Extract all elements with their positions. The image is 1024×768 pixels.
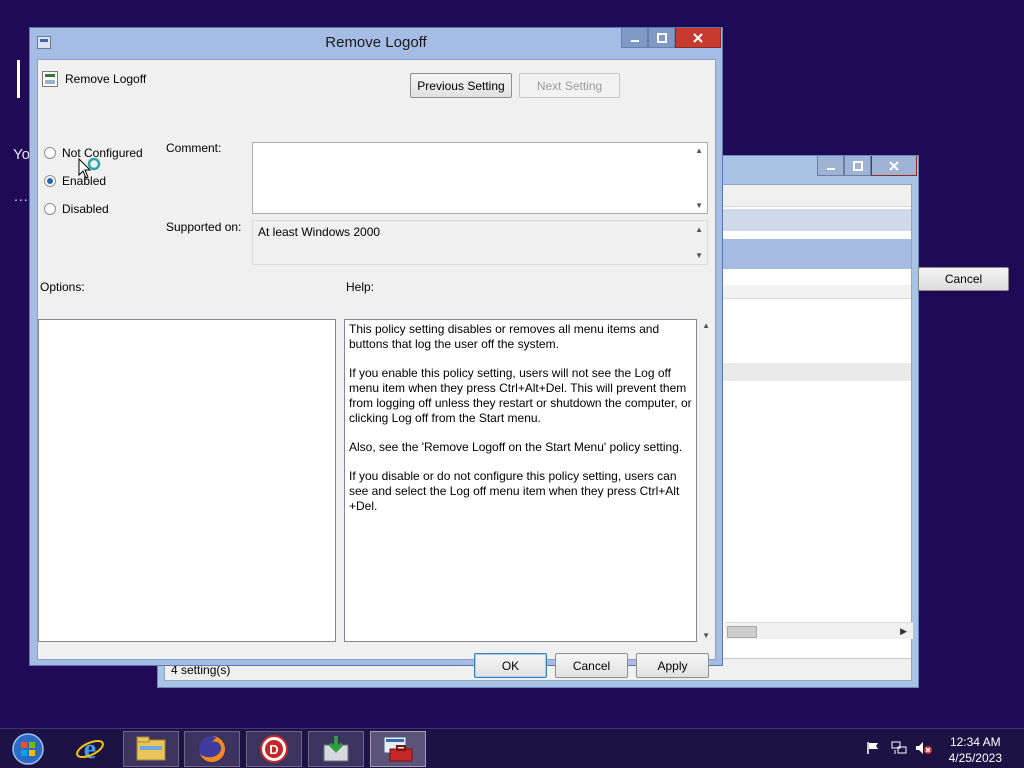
network-icon[interactable] xyxy=(891,741,907,758)
group-policy-toolbox-icon xyxy=(383,736,413,762)
desktop-accent-bar xyxy=(17,60,20,98)
help-paragraph: If you disable or do not configure this … xyxy=(349,469,680,513)
next-setting-button[interactable]: Next Setting xyxy=(519,73,620,98)
radio-circle[interactable] xyxy=(44,175,56,187)
desktop-partial-dots: ... xyxy=(14,188,29,204)
scroll-up-icon[interactable]: ▲ xyxy=(695,225,703,234)
minimize-button[interactable] xyxy=(621,28,648,48)
minimize-icon xyxy=(630,39,639,42)
bg-cancel-button[interactable]: Cancel xyxy=(918,267,1009,291)
help-label: Help: xyxy=(346,280,375,294)
app-d-icon: D xyxy=(260,735,288,763)
close-icon xyxy=(889,160,899,171)
svg-text:e: e xyxy=(84,734,96,764)
start-orb-icon xyxy=(12,733,44,765)
volume-muted-icon[interactable] xyxy=(915,741,933,758)
bg-horizontal-scrollbar[interactable]: ▶ xyxy=(725,622,913,639)
ok-button[interactable]: OK xyxy=(474,653,547,678)
apply-button[interactable]: Apply xyxy=(636,653,709,678)
help-scrollbar[interactable]: ▲ ▼ xyxy=(699,319,713,642)
taskbar-clock[interactable]: 12:34 AM 4/25/2023 xyxy=(949,734,1002,766)
help-paragraph: Also, see the 'Remove Logoff on the Star… xyxy=(349,440,683,454)
supported-on-label: Supported on: xyxy=(166,220,242,234)
radio-circle[interactable] xyxy=(44,203,56,215)
scroll-up-icon[interactable]: ▲ xyxy=(702,321,710,330)
options-label: Options: xyxy=(40,280,85,294)
help-panel: This policy setting disables or removes … xyxy=(344,319,697,642)
maximize-icon xyxy=(852,160,863,171)
supported-on-field: At least Windows 2000 ▲ ▼ xyxy=(252,220,708,265)
comment-textarea[interactable]: ▲ ▼ xyxy=(252,142,708,214)
desktop-partial-text: Yo xyxy=(13,146,30,163)
radio-circle[interactable] xyxy=(44,147,56,159)
clock-date: 4/25/2023 xyxy=(948,751,1002,765)
dialog-titlebar[interactable]: Remove Logoff xyxy=(30,28,722,58)
bg-scroll-thumb[interactable] xyxy=(727,626,757,638)
scroll-right-icon[interactable]: ▶ xyxy=(900,623,907,640)
taskbar-group-policy[interactable] xyxy=(370,731,426,767)
bg-minimize-button[interactable] xyxy=(817,156,844,176)
previous-setting-button[interactable]: Previous Setting xyxy=(410,73,512,98)
busy-cursor-icon xyxy=(78,158,101,179)
policy-setting-icon xyxy=(42,71,58,87)
scroll-up-icon[interactable]: ▲ xyxy=(695,146,703,155)
comment-label: Comment: xyxy=(166,141,222,155)
dialog-title: Remove Logoff xyxy=(325,34,427,51)
dialog-body: Remove Logoff Previous Setting Next Sett… xyxy=(37,59,716,678)
minimize-icon xyxy=(826,167,835,170)
scroll-down-icon[interactable]: ▼ xyxy=(695,201,703,210)
taskbar-installer[interactable] xyxy=(308,731,364,767)
radio-disabled[interactable]: Disabled xyxy=(44,202,109,216)
help-paragraph: This policy setting disables or removes … xyxy=(349,322,660,351)
close-icon xyxy=(693,32,703,43)
maximize-button[interactable] xyxy=(648,28,675,48)
help-paragraph: If you enable this policy setting, users… xyxy=(349,366,692,425)
taskbar-firefox[interactable] xyxy=(184,731,240,767)
firefox-icon xyxy=(199,736,225,762)
policy-dialog: Remove Logoff Remove Logoff Previous Set… xyxy=(29,27,723,678)
scroll-down-icon[interactable]: ▼ xyxy=(702,631,710,640)
action-center-flag-icon[interactable] xyxy=(866,741,880,758)
taskbar-internet-explorer[interactable]: e xyxy=(62,731,118,767)
taskbar: e D 12:34 AM 4/25/2023 xyxy=(0,728,1024,768)
policy-name: Remove Logoff xyxy=(65,72,147,86)
svg-text:D: D xyxy=(269,742,278,757)
taskbar-file-explorer[interactable] xyxy=(123,731,179,767)
options-panel xyxy=(38,319,336,642)
cancel-button[interactable]: Cancel xyxy=(555,653,628,678)
bg-maximize-button[interactable] xyxy=(844,156,871,176)
supported-on-value: At least Windows 2000 xyxy=(258,225,381,239)
radio-label: Disabled xyxy=(62,202,109,216)
start-button[interactable] xyxy=(6,731,50,767)
internet-explorer-icon: e xyxy=(76,734,104,764)
maximize-icon xyxy=(656,32,667,43)
close-button[interactable] xyxy=(675,28,721,48)
clock-time: 12:34 AM xyxy=(949,735,1001,749)
taskbar-app-d[interactable]: D xyxy=(246,731,302,767)
file-explorer-icon xyxy=(136,736,166,761)
download-installer-icon xyxy=(323,736,349,762)
bg-close-button[interactable] xyxy=(871,156,917,176)
scroll-down-icon[interactable]: ▼ xyxy=(695,251,703,260)
